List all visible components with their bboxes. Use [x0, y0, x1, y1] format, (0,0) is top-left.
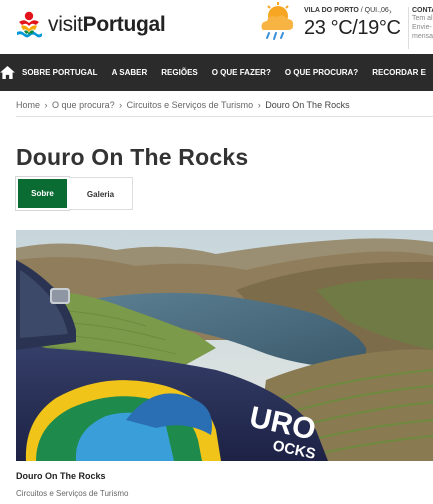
weather-date: / QUI.,06	[360, 7, 389, 14]
rain-cloud-sun-icon	[261, 2, 294, 40]
breadcrumb-home[interactable]: Home	[16, 100, 40, 110]
nav-item-a-saber[interactable]: A SABER	[105, 54, 155, 91]
visit-portugal-logo-icon	[17, 11, 42, 38]
breadcrumb: Home › O que procura? › Circuitos e Serv…	[16, 100, 350, 110]
site-header: visitPortugal VILA DO PORTO / QUI.,06 23…	[0, 0, 433, 54]
nav-item-recordar[interactable]: RECORDAR E	[365, 54, 433, 91]
logo-brand: Portugal	[82, 13, 166, 36]
nav-item-o-que-fazer[interactable]: O QUE FAZER?	[205, 54, 278, 91]
douro-valley-photo: URO OCKS	[16, 230, 433, 461]
breadcrumb-current: Douro On The Rocks	[265, 100, 350, 110]
breadcrumb-o-que-procura[interactable]: O que procura?	[52, 100, 115, 110]
nav-item-regioes[interactable]: REGIÕES	[154, 54, 204, 91]
home-icon	[0, 66, 15, 79]
breadcrumb-separator: ›	[119, 100, 123, 110]
content-tabs: Sobre Galeria	[16, 177, 133, 210]
page-title: Douro On The Rocks	[16, 144, 249, 170]
weather-widget[interactable]: VILA DO PORTO / QUI.,06 23 °C/19°C ›	[254, 0, 401, 50]
weather-location: VILA DO PORTO	[304, 7, 359, 14]
visit-portugal-logo[interactable]: visitPortugal	[15, 8, 166, 42]
contact-line-2: Envie-	[412, 24, 432, 31]
contact-line-1: Tem al	[412, 15, 433, 22]
card-title: Douro On The Rocks	[16, 471, 106, 481]
main-nav: SOBRE PORTUGAL A SABER REGIÕES O QUE FAZ…	[0, 54, 433, 91]
breadcrumb-circuitos[interactable]: Circuitos e Serviços de Turismo	[127, 100, 254, 110]
card-subtitle: Circuitos e Serviços de Turismo	[16, 489, 129, 498]
contact-widget[interactable]: CONTA Tem al Envie- mensa	[408, 7, 433, 49]
breadcrumb-separator: ›	[257, 100, 261, 110]
home-button[interactable]	[0, 54, 15, 91]
nav-item-sobre-portugal[interactable]: SOBRE PORTUGAL	[15, 54, 105, 91]
breadcrumb-divider	[16, 116, 433, 117]
nav-item-o-que-procura[interactable]: O QUE PROCURA?	[278, 54, 365, 91]
weather-next-icon[interactable]: ›	[389, 7, 392, 16]
tab-galeria[interactable]: Galeria	[69, 177, 133, 210]
contact-title: CONTA	[412, 7, 433, 14]
logo-prefix: visit	[48, 13, 83, 36]
contact-line-3: mensa	[412, 33, 433, 40]
tab-sobre[interactable]: Sobre	[16, 177, 69, 210]
hero-photo[interactable]: URO OCKS	[16, 230, 433, 461]
weather-temperature: 23 °C/19°C	[304, 17, 401, 39]
breadcrumb-separator: ›	[44, 100, 48, 110]
